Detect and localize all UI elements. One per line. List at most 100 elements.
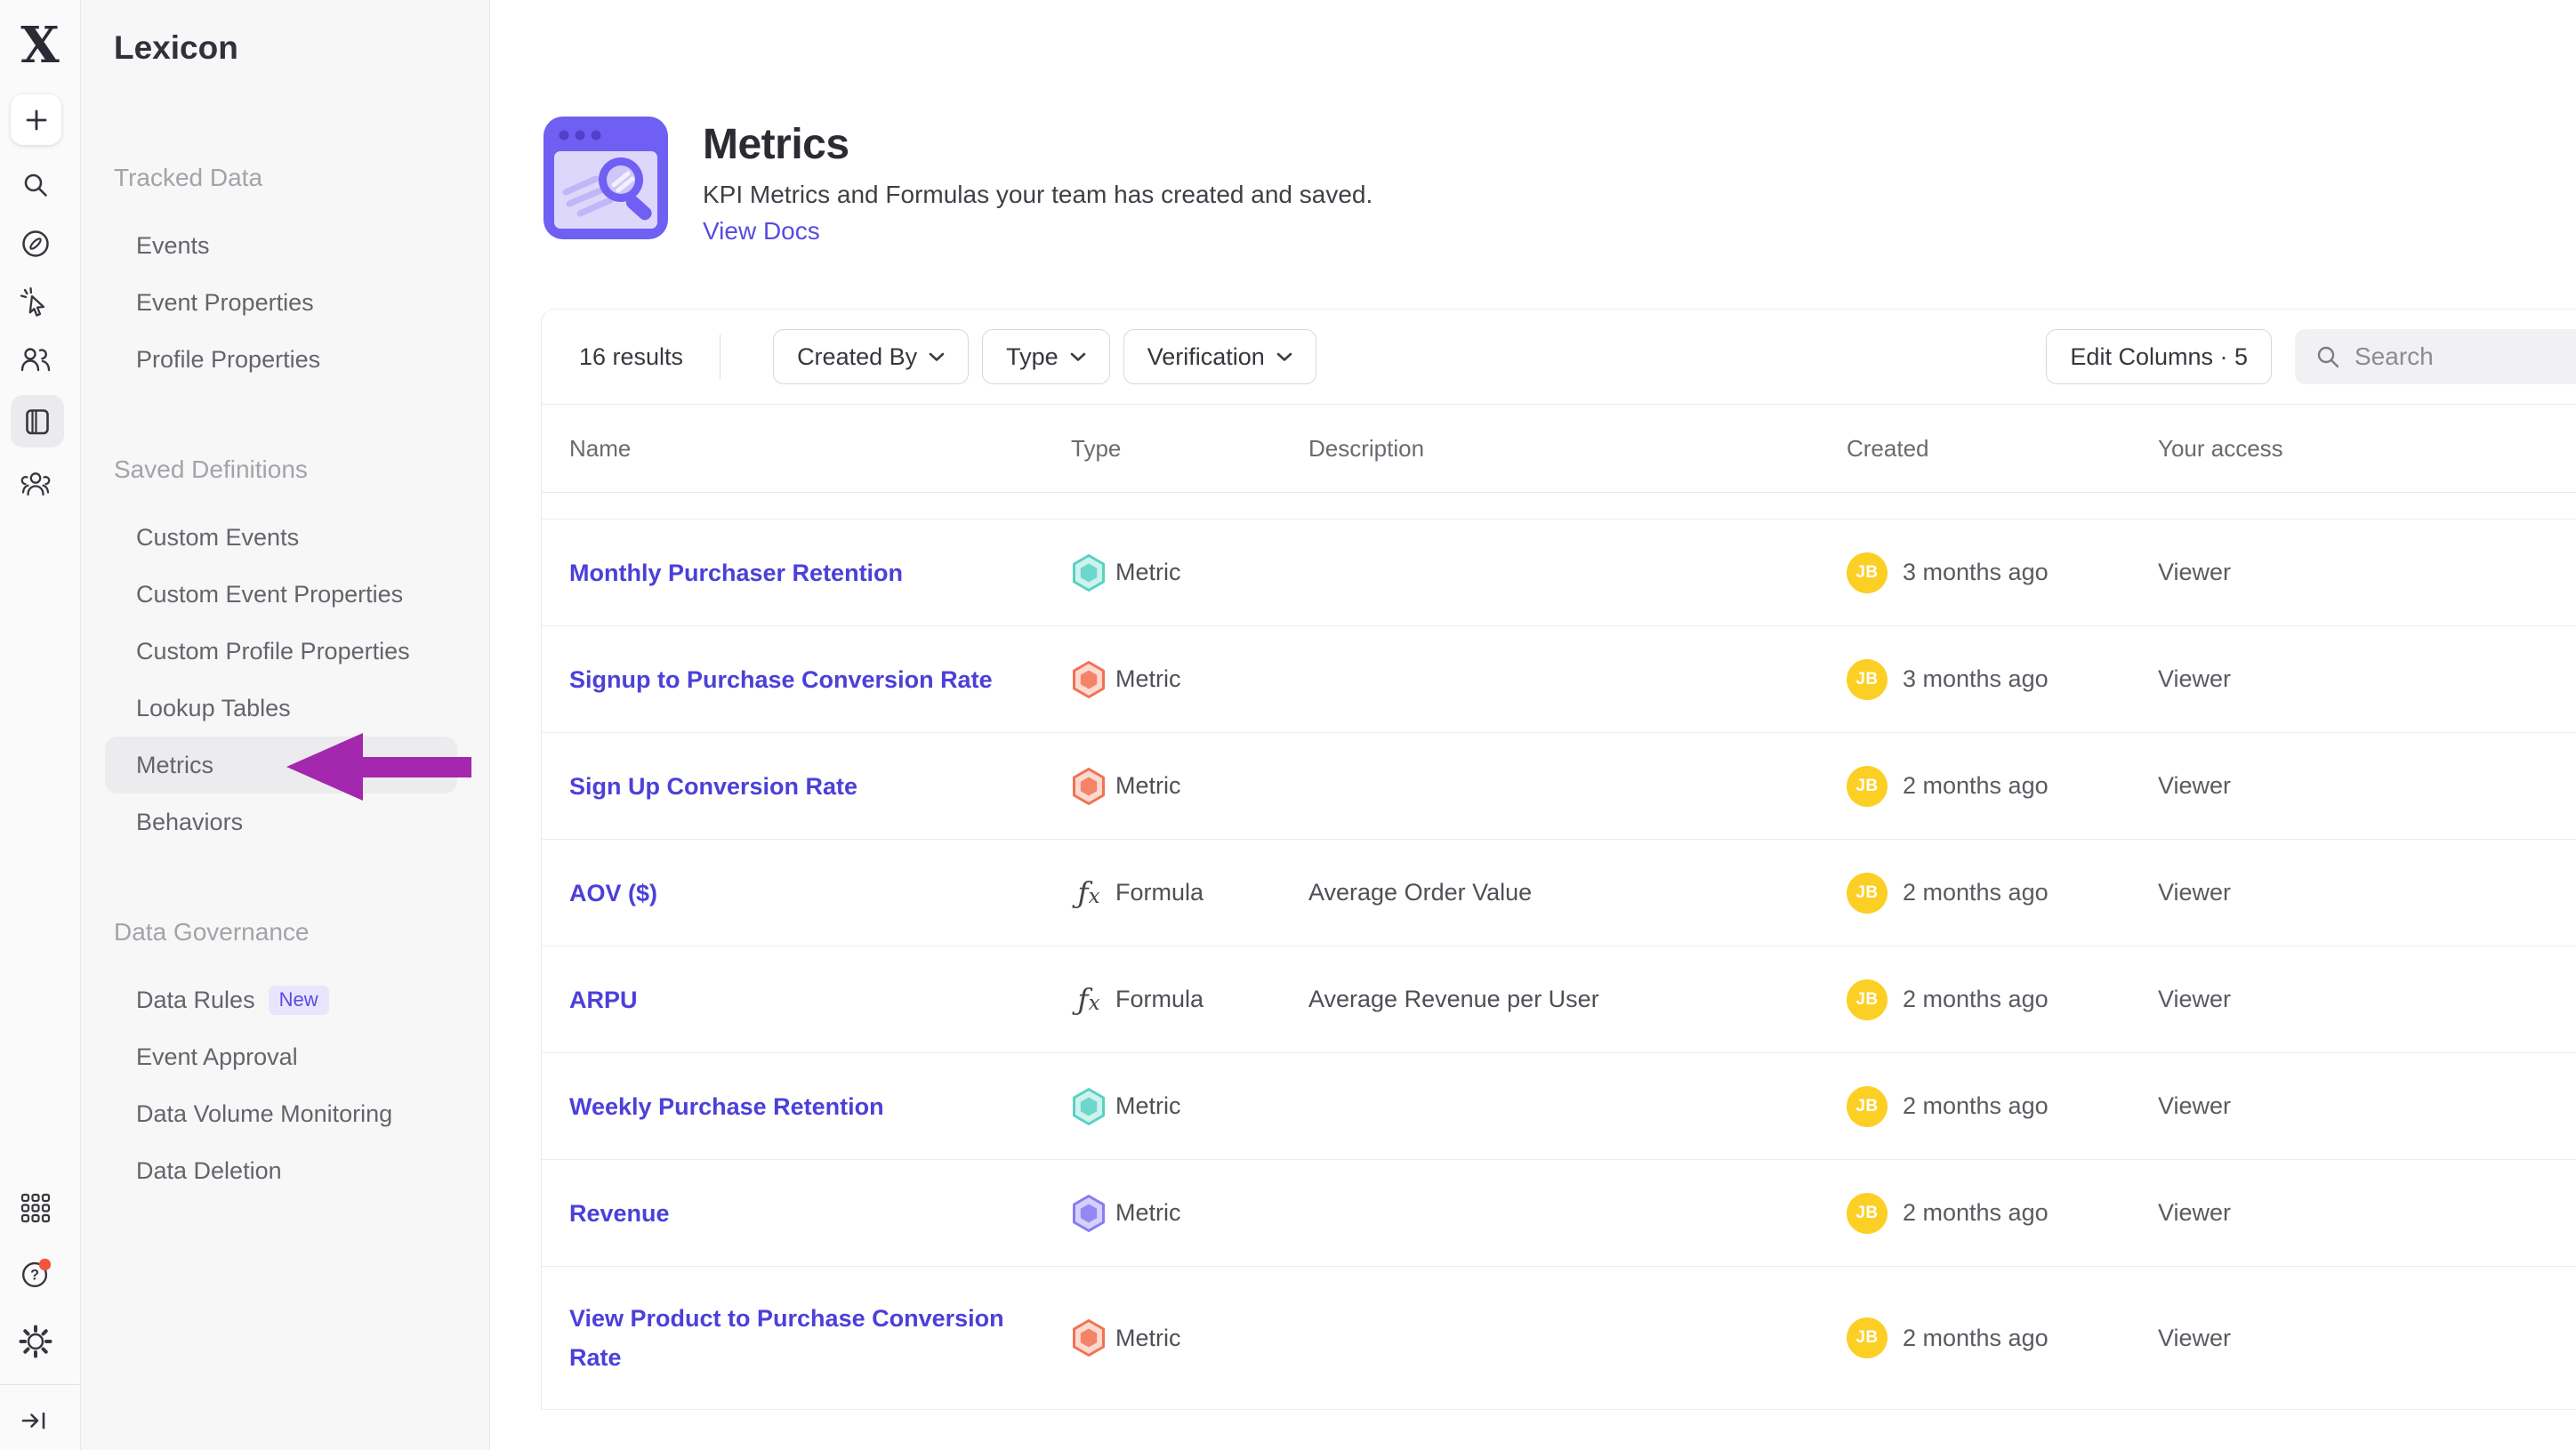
sidebar-item-label: Data Volume Monitoring — [136, 1100, 392, 1128]
avatar[interactable]: JB — [1847, 979, 1888, 1020]
metric-name-link[interactable]: Weekly Purchase Retention — [569, 1087, 884, 1126]
table-header: NameTypeDescriptionCreatedYour access — [542, 404, 2576, 493]
search-rail-button[interactable] — [18, 167, 53, 203]
sidebar-item-event-properties[interactable]: Event Properties — [81, 274, 489, 331]
sidebar-item-data-deletion[interactable]: Data Deletion — [81, 1142, 489, 1199]
sidebar-item-custom-profile-properties[interactable]: Custom Profile Properties — [81, 623, 489, 680]
avatar[interactable]: JB — [1847, 873, 1888, 914]
column-header-name[interactable]: Name — [569, 435, 1071, 463]
cohorts-rail-button[interactable] — [18, 467, 53, 503]
compass-icon — [18, 226, 53, 262]
access-text: Viewer — [2158, 772, 2231, 799]
sidebar-item-label: Data Deletion — [136, 1157, 282, 1185]
sidebar-item-data-rules[interactable]: Data RulesNew — [81, 971, 489, 1028]
formula-fx-icon: ƒx — [1077, 985, 1099, 1014]
sidebar-item-label: Event Approval — [136, 1043, 298, 1071]
filter-button-created-by[interactable]: Created By — [773, 329, 969, 384]
apps-grid-icon — [18, 1190, 53, 1226]
sidebar-item-label: Event Properties — [136, 289, 314, 317]
help-icon: ? — [18, 1255, 53, 1293]
view-docs-link[interactable]: View Docs — [703, 216, 820, 246]
mixpanel-logo[interactable]: X — [14, 20, 66, 71]
sidebar-section-heading: Saved Definitions — [114, 454, 489, 486]
access-text: Viewer — [2158, 879, 2231, 906]
column-header-type[interactable]: Type — [1071, 435, 1308, 463]
sidebar-item-lookup-tables[interactable]: Lookup Tables — [81, 680, 489, 737]
metric-name-link[interactable]: ARPU — [569, 980, 638, 1019]
chevron-down-icon — [929, 352, 945, 362]
created-text: 2 months ago — [1903, 879, 2049, 906]
settings-rail-button[interactable] — [18, 1324, 53, 1359]
column-header-your-access[interactable]: Your access — [2158, 435, 2576, 463]
rail-divider — [0, 1384, 81, 1385]
sidebar-item-behaviors[interactable]: Behaviors — [81, 793, 489, 850]
column-header-created[interactable]: Created — [1847, 435, 2158, 463]
avatar[interactable]: JB — [1847, 1317, 1888, 1358]
settings-gear-icon — [18, 1324, 53, 1359]
type-label: Metric — [1115, 772, 1181, 800]
sidebar-item-data-volume-monitoring[interactable]: Data Volume Monitoring — [81, 1085, 489, 1142]
metric-name-link[interactable]: Monthly Purchaser Retention — [569, 553, 903, 592]
filter-label: Verification — [1147, 343, 1265, 371]
sidebar-item-label: Custom Profile Properties — [136, 638, 410, 665]
sidebar-item-label: Metrics — [136, 752, 213, 779]
created-text: 3 months ago — [1903, 665, 2049, 693]
created-text: 3 months ago — [1903, 559, 2049, 586]
sidebar-section-heading: Data Governance — [114, 916, 489, 948]
lexicon-rail-button-active[interactable] — [11, 395, 64, 447]
filter-button-type[interactable]: Type — [982, 329, 1110, 384]
sidebar-item-metrics[interactable]: Metrics — [105, 737, 457, 793]
access-text: Viewer — [2158, 986, 2231, 1012]
sidebar-item-label: Behaviors — [136, 809, 243, 836]
edit-columns-button[interactable]: Edit Columns · 5 — [2046, 329, 2272, 384]
filter-button-verification[interactable]: Verification — [1123, 329, 1316, 384]
filter-label: Created By — [797, 343, 917, 371]
metric-name-link[interactable]: Sign Up Conversion Rate — [569, 767, 857, 806]
type-label: Metric — [1115, 1199, 1181, 1227]
sign-in-icon — [18, 1403, 53, 1438]
discover-rail-button[interactable] — [18, 226, 53, 262]
sidebar-item-custom-events[interactable]: Custom Events — [81, 509, 489, 566]
type-label: Formula — [1115, 879, 1203, 906]
table-row: Revenue MetricJB2 months agoViewer — [542, 1160, 2576, 1267]
sidebar-item-custom-event-properties[interactable]: Custom Event Properties — [81, 566, 489, 623]
help-rail-button[interactable]: ? — [18, 1256, 53, 1292]
type-label: Metric — [1115, 665, 1181, 693]
chevron-down-icon — [1276, 352, 1292, 362]
access-text: Viewer — [2158, 1325, 2231, 1351]
created-text: 2 months ago — [1903, 772, 2049, 800]
chevron-down-icon — [1070, 352, 1086, 362]
events-rail-button[interactable] — [18, 285, 53, 320]
metric-name-link[interactable]: View Product to Purchase Conversion Rate — [569, 1299, 1026, 1377]
sidebar-item-label: Lookup Tables — [136, 695, 291, 722]
avatar[interactable]: JB — [1847, 552, 1888, 593]
lexicon-book-icon — [20, 404, 55, 439]
metric-name-link[interactable]: AOV ($) — [569, 874, 657, 913]
table-row: ARPUƒxFormulaAverage Revenue per UserJB2… — [542, 947, 2576, 1053]
avatar[interactable]: JB — [1847, 1086, 1888, 1127]
sign-in-rail-button[interactable] — [18, 1403, 53, 1438]
avatar[interactable]: JB — [1847, 1193, 1888, 1234]
lexicon-sidebar: Lexicon Tracked DataEventsEvent Properti… — [81, 0, 490, 1450]
page-description: KPI Metrics and Formulas your team has c… — [703, 180, 1373, 210]
table-search[interactable] — [2295, 329, 2576, 384]
metrics-table-card: 16 results Created ByTypeVerification Ed… — [541, 309, 2576, 1410]
type-label: Formula — [1115, 986, 1203, 1013]
metric-name-link[interactable]: Signup to Purchase Conversion Rate — [569, 660, 993, 699]
sidebar-item-profile-properties[interactable]: Profile Properties — [81, 331, 489, 388]
users-rail-button[interactable] — [18, 342, 53, 378]
filter-label: Type — [1006, 343, 1059, 371]
sidebar-item-event-approval[interactable]: Event Approval — [81, 1028, 489, 1085]
column-header-description[interactable]: Description — [1308, 435, 1847, 463]
created-text: 2 months ago — [1903, 1092, 2049, 1120]
metric-name-link[interactable]: Revenue — [569, 1194, 670, 1233]
apps-rail-button[interactable] — [18, 1190, 53, 1226]
search-input[interactable] — [2355, 342, 2550, 371]
sidebar-item-events[interactable]: Events — [81, 217, 489, 274]
metrics-app-icon — [543, 116, 669, 246]
avatar[interactable]: JB — [1847, 766, 1888, 807]
notification-dot — [39, 1259, 51, 1270]
avatar[interactable]: JB — [1847, 659, 1888, 700]
create-plus-button[interactable] — [11, 94, 61, 145]
access-text: Viewer — [2158, 1092, 2231, 1119]
